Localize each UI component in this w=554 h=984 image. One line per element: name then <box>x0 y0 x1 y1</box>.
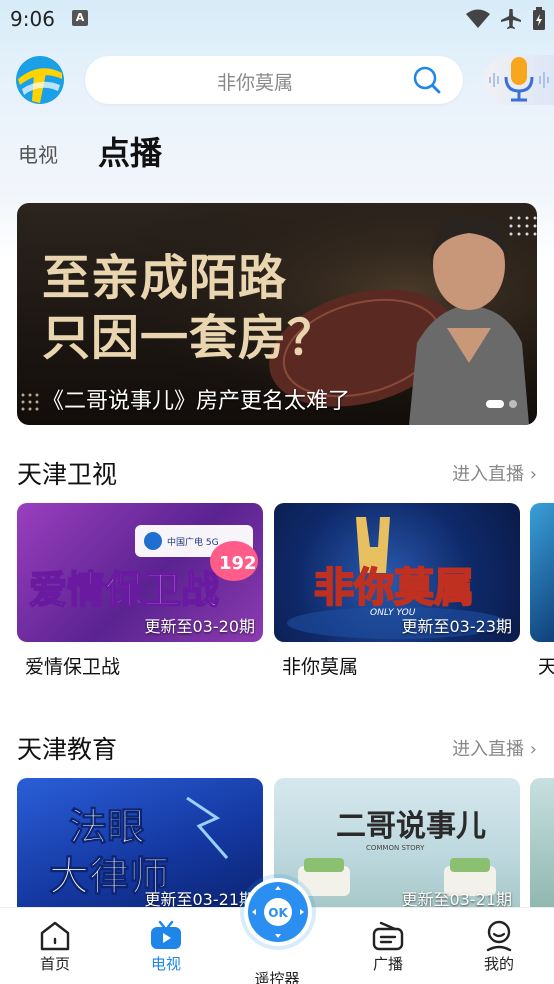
section-title: 天津教育 <box>17 735 118 764</box>
status-time: 9:06 <box>10 7 55 31</box>
battery-icon <box>533 7 545 30</box>
voice-search-button[interactable] <box>484 55 554 105</box>
microphone-icon <box>489 57 549 102</box>
carousel-indicator <box>486 400 517 408</box>
nav-label: 广播 <box>372 955 403 973</box>
banner-caption: 《二哥说事儿》房产更名太难了 <box>42 389 351 414</box>
program-card-only-you[interactable]: 非你莫属 ONLY YOU 更新至03-23期 <box>274 503 520 642</box>
profile-icon <box>486 920 512 952</box>
top-bar: 非你莫属 <box>0 55 554 105</box>
banner-headline: 至亲成陌路 只因一套房？ <box>42 250 337 366</box>
section-title: 天津卫视 <box>17 460 118 489</box>
remote-ok-button[interactable]: OK <box>244 878 312 946</box>
remote-icon: OK <box>248 882 308 942</box>
banner-carousel[interactable]: 至亲成陌路 只因一套房？ 《二哥说事儿》房产更名太难了 <box>17 203 537 425</box>
section-header-tianjin-education: 天津教育 进入直播 › <box>17 730 537 766</box>
search-bar[interactable]: 非你莫属 <box>85 56 463 104</box>
home-icon <box>40 921 70 951</box>
carousel-dot <box>509 400 517 408</box>
nav-profile[interactable]: 我的 <box>454 908 544 974</box>
nav-tv[interactable]: 电视 <box>121 908 211 974</box>
program-title-peek[interactable]: 天 <box>538 652 554 679</box>
chevron-right-icon: › <box>529 464 537 485</box>
update-badge: 更新至03-20期 <box>144 617 256 636</box>
svg-text:二哥说事儿: 二哥说事儿 <box>336 809 486 844</box>
nav-label: 电视 <box>150 955 181 973</box>
nav-radio[interactable]: 广播 <box>343 908 433 974</box>
program-title[interactable]: 非你莫属 <box>282 652 358 679</box>
svg-text:OK: OK <box>268 906 288 920</box>
carousel-dot-active <box>486 400 504 408</box>
nav-label: 遥控器 <box>254 970 300 984</box>
status-bar: 9:06 A <box>0 0 554 38</box>
app-logo[interactable] <box>14 55 66 105</box>
program-card-peek[interactable] <box>530 503 554 642</box>
tab-vod[interactable]: 点播 <box>98 128 162 180</box>
program-card-love-defense[interactable]: 中国广电 5G 192 爱情保卫战 更新至03-20期 <box>17 503 263 642</box>
program-card-law-lawyer[interactable]: 法眼 大律师 更新至03-21期 <box>17 778 263 907</box>
svg-text:法眼: 法眼 <box>69 805 145 849</box>
radio-icon <box>372 921 404 951</box>
wifi-icon <box>466 9 490 28</box>
program-card-peek[interactable] <box>530 778 554 907</box>
svg-text:中国广电 5G: 中国广电 5G <box>167 536 219 548</box>
update-badge: 更新至03-23期 <box>401 617 513 636</box>
svg-text:爱情保卫战: 爱情保卫战 <box>29 567 219 612</box>
nav-home[interactable]: 首页 <box>10 908 100 974</box>
svg-text:COMMON STORY: COMMON STORY <box>366 844 425 852</box>
search-placeholder: 非你莫属 <box>216 72 293 94</box>
enter-live-link[interactable]: 进入直播 › <box>452 460 537 486</box>
update-badge: 更新至03-21期 <box>144 890 256 907</box>
enter-live-link[interactable]: 进入直播 › <box>452 735 537 761</box>
svg-text:非你莫属: 非你莫属 <box>314 564 474 611</box>
nav-label: 我的 <box>483 955 514 973</box>
search-icon[interactable] <box>413 66 441 94</box>
tv-icon <box>151 920 181 949</box>
notification-a-icon: A <box>72 10 88 26</box>
channel-tabs: 电视 点播 <box>18 130 202 180</box>
program-title[interactable]: 爱情保卫战 <box>25 652 120 679</box>
nav-label: 首页 <box>39 955 70 973</box>
airplane-icon <box>501 9 521 29</box>
tab-tv[interactable]: 电视 <box>18 139 58 180</box>
chevron-right-icon: › <box>529 739 537 760</box>
update-badge: 更新至03-21期 <box>401 890 513 907</box>
section-header-tianjin-tv: 天津卫视 进入直播 › <box>17 455 537 491</box>
svg-text:192: 192 <box>219 553 257 574</box>
